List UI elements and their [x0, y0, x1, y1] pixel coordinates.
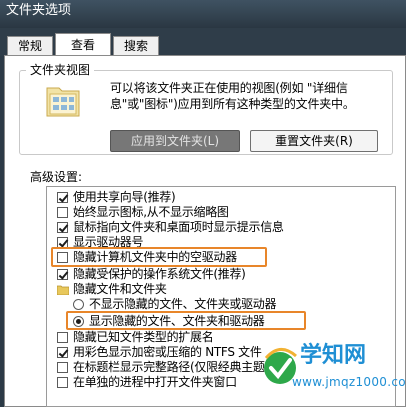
watermark-name: 学知网 — [300, 343, 367, 368]
checkbox[interactable] — [57, 207, 68, 218]
checkbox[interactable] — [57, 362, 68, 373]
window-title: 文件夹选项 — [6, 3, 72, 18]
tab-strip: 常规 查看 搜索 — [0, 28, 406, 57]
folder-view-icon — [46, 87, 80, 117]
checkbox[interactable] — [57, 192, 68, 203]
checkbox[interactable] — [57, 222, 68, 233]
folder-view-description: 可以将该文件夹正在使用的视图(例如 "详细信息"或"图标")应用到所有这种类型的… — [110, 81, 355, 111]
tab-view[interactable]: 查看 — [55, 33, 111, 57]
tab-general[interactable]: 常规 — [7, 36, 53, 56]
advanced-settings-label: 高级设置: — [30, 170, 83, 184]
checkbox[interactable] — [57, 332, 68, 343]
checkbox[interactable] — [57, 269, 68, 280]
apply-to-folders-button[interactable]: 应用到文件夹(L) — [110, 130, 240, 152]
watermark-url: www.jmqz1000.com — [292, 375, 406, 389]
tab-search[interactable]: 搜索 — [113, 36, 159, 56]
folder-icon — [57, 285, 69, 295]
reset-folders-button[interactable]: 重置文件夹(R) — [250, 130, 378, 152]
title-bar: 文件夹选项 — [0, 0, 406, 28]
checkbox[interactable] — [57, 347, 68, 358]
highlight-show-hidden-files — [66, 311, 306, 330]
folder-view-legend: 文件夹视图 — [26, 63, 95, 77]
checkbox[interactable] — [57, 377, 68, 388]
radio-button[interactable] — [73, 299, 84, 310]
highlight-hide-empty-drives — [51, 247, 267, 267]
